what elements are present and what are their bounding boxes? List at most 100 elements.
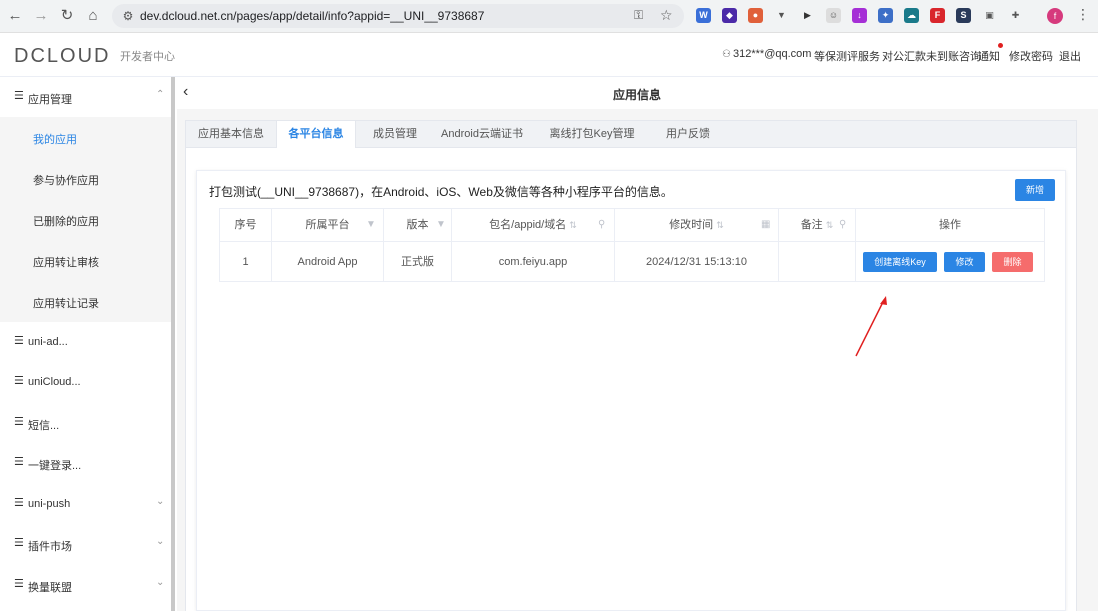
sidebar-group-label: 插件市场	[28, 541, 72, 553]
sidebar-scrollbar[interactable]	[171, 77, 175, 611]
sidebar-group-uni-ad[interactable]: ☰ uni-ad...	[0, 322, 171, 362]
tab-user-feedback[interactable]: 用户反馈	[648, 121, 728, 148]
cell-actions: 创建离线Key 修改 删除	[856, 242, 1044, 282]
header-link-security-eval[interactable]: 等保测评服务	[814, 48, 880, 64]
sidebar-item-my-apps[interactable]: 我的应用	[0, 117, 171, 158]
column-header-platform: 所属平台 ▼	[272, 209, 384, 241]
extension-icon[interactable]: ☁	[904, 8, 919, 23]
cell-platform: Android App	[272, 242, 384, 282]
add-button[interactable]: 新增	[1015, 179, 1055, 201]
cell-note	[779, 242, 856, 282]
tab-offline-key[interactable]: 离线打包Key管理	[536, 121, 648, 148]
sidebar-item-label: 参与协作应用	[33, 175, 99, 187]
sidebar-group-one-click-login[interactable]: ☰ 一键登录...	[0, 443, 171, 483]
extension-icon[interactable]: ✦	[878, 8, 893, 23]
notification-dot	[998, 43, 1003, 48]
sidebar-item-collab-apps[interactable]: 参与协作应用	[0, 158, 171, 199]
extension-icon[interactable]: ☺	[826, 8, 841, 23]
sidebar-item-label: 应用转让审核	[33, 257, 99, 269]
tab-members[interactable]: 成员管理	[358, 121, 432, 148]
sidebar-item-label: 我的应用	[33, 134, 77, 146]
back-chevron-icon[interactable]: ‹	[183, 83, 188, 101]
sidebar-item-transfer-review[interactable]: 应用转让审核	[0, 240, 171, 281]
chevron-down-icon[interactable]: ⌄	[156, 577, 164, 588]
forward-nav-icon[interactable]: →	[32, 7, 50, 25]
delete-button[interactable]: 删除	[992, 252, 1033, 272]
extension-icon[interactable]: ▶	[800, 8, 815, 23]
column-header-note: 备注 ⇅ ⚲	[779, 209, 856, 241]
app-header: DCLOUD 开发者中心 ⚇ 312***@qq.com 等保测评服务 对公汇款…	[0, 33, 1098, 77]
main-content: ‹ 应用信息 应用基本信息 各平台信息 成员管理 Android云端证书 离线打…	[177, 77, 1098, 611]
calendar-icon[interactable]: ▦	[761, 209, 770, 241]
list-icon: ☰	[14, 416, 24, 428]
sidebar-group-label: uni-push	[28, 498, 71, 510]
header-link-transfer-inquiry[interactable]: 对公汇款未到账咨询	[882, 48, 981, 64]
sidebar-item-transfer-log[interactable]: 应用转让记录	[0, 281, 171, 322]
platform-card: 打包测试(__UNI__9738687)，在Android、iOS、Web及微信…	[196, 170, 1066, 611]
filter-icon[interactable]: ▼	[436, 209, 446, 241]
chevron-down-icon[interactable]: ⌄	[156, 496, 164, 507]
extension-icon[interactable]: ▣	[982, 8, 997, 23]
arrow-shaft	[855, 299, 885, 357]
column-header-label: 所属平台	[305, 219, 350, 231]
password-key-icon[interactable]: ⚿	[634, 8, 643, 23]
tab-basic-info[interactable]: 应用基本信息	[186, 121, 276, 148]
annotation-arrow-icon	[855, 296, 887, 357]
url-text[interactable]: dev.dcloud.net.cn/pages/app/detail/info?…	[140, 9, 484, 23]
extension-icon[interactable]: S	[956, 8, 971, 23]
search-icon[interactable]: ⚲	[839, 209, 846, 241]
header-link-logout[interactable]: 退出	[1059, 48, 1081, 64]
cell-version: 正式版	[384, 242, 452, 282]
address-bar[interactable]: ⚙ dev.dcloud.net.cn/pages/app/detail/inf…	[112, 4, 684, 28]
tab-bar: 应用基本信息 各平台信息 成员管理 Android云端证书 离线打包Key管理 …	[185, 120, 1077, 149]
sort-icon[interactable]: ⇅	[826, 220, 834, 230]
extension-icon[interactable]: F	[930, 8, 945, 23]
sidebar-group-app-management[interactable]: ☰ 应用管理 ⌃	[0, 77, 171, 117]
extension-icon[interactable]: ↓	[852, 8, 867, 23]
sidebar-group-plugin-market[interactable]: ☰ 插件市场 ⌄	[0, 524, 171, 564]
filter-icon[interactable]: ▼	[366, 209, 376, 241]
kebab-menu-icon[interactable]: ⋮	[1076, 6, 1090, 23]
sort-icon[interactable]: ⇅	[716, 220, 724, 230]
back-nav-icon[interactable]: ←	[6, 7, 24, 25]
logo[interactable]: DCLOUD	[14, 45, 110, 68]
chevron-up-icon[interactable]: ⌃	[156, 89, 164, 100]
sidebar-group-unicloud[interactable]: ☰ uniCloud...	[0, 362, 171, 402]
extension-icon[interactable]: ▼	[774, 8, 789, 23]
header-link-change-password[interactable]: 修改密码	[1009, 48, 1053, 64]
edit-button[interactable]: 修改	[944, 252, 985, 272]
list-icon: ☰	[14, 375, 24, 387]
profile-avatar[interactable]: f	[1047, 8, 1063, 24]
extension-icon[interactable]: ◆	[722, 8, 737, 23]
platform-table: 序号 所属平台 ▼ 版本 ▼ 包名/appid/域名 ⇅ ⚲ 修改时间 ⇅ ▦ …	[219, 208, 1045, 282]
home-icon[interactable]: ⌂	[84, 7, 102, 25]
extension-icon[interactable]: ●	[748, 8, 763, 23]
tab-platform-info[interactable]: 各平台信息	[276, 121, 356, 149]
user-account-link[interactable]: 312***@qq.com	[733, 48, 811, 60]
list-icon: ☰	[14, 335, 24, 347]
reload-icon[interactable]: ↻	[58, 7, 76, 25]
sidebar-item-label: 应用转让记录	[33, 298, 99, 310]
sort-icon[interactable]: ⇅	[569, 220, 577, 230]
sidebar-group-label: 一键登录...	[28, 460, 82, 472]
chevron-down-icon[interactable]: ⌄	[156, 536, 164, 547]
list-icon: ☰	[14, 497, 24, 509]
sidebar-group-sms[interactable]: ☰ 短信...	[0, 403, 171, 443]
tab-android-cert[interactable]: Android云端证书	[432, 121, 532, 148]
bookmark-star-icon[interactable]: ☆	[660, 7, 673, 24]
card-title: 打包测试(__UNI__9738687)，在Android、iOS、Web及微信…	[209, 185, 673, 199]
page-header: ‹ 应用信息	[177, 77, 1098, 109]
list-icon: ☰	[14, 456, 24, 468]
site-settings-icon[interactable]: ⚙	[120, 8, 136, 24]
create-offline-key-button[interactable]: 创建离线Key	[863, 252, 937, 272]
sidebar-group-label: uni-ad...	[28, 336, 68, 348]
header-link-notify[interactable]: 通知	[978, 48, 1000, 64]
sidebar-group-uni-push[interactable]: ☰ uni-push ⌄	[0, 484, 171, 524]
column-header-version: 版本 ▼	[384, 209, 452, 241]
sidebar-group-traffic-alliance[interactable]: ☰ 换量联盟 ⌄	[0, 565, 171, 605]
puzzle-icon[interactable]: ✚	[1008, 8, 1023, 23]
extension-icon[interactable]: W	[696, 8, 711, 23]
search-icon[interactable]: ⚲	[598, 209, 605, 241]
sidebar-item-deleted-apps[interactable]: 已删除的应用	[0, 199, 171, 240]
user-icon: ⚇	[722, 49, 731, 60]
